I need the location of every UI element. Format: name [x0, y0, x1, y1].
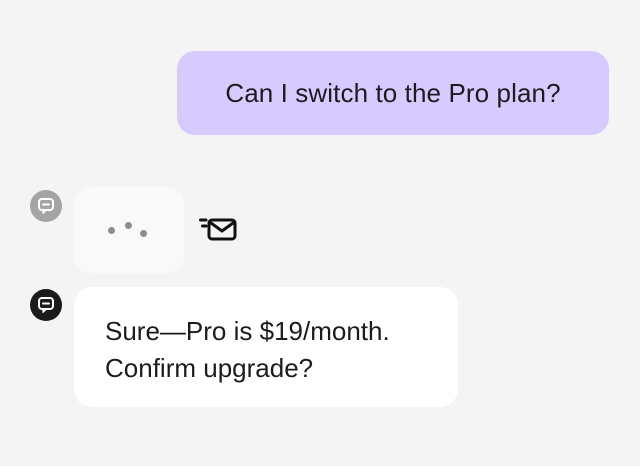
user-message-text: Can I switch to the Pro plan? — [225, 77, 561, 108]
chat-bubble-icon — [38, 297, 54, 314]
assistant-avatar-typing — [30, 190, 62, 222]
assistant-message-line: Confirm upgrade? — [105, 353, 314, 383]
typing-dot — [140, 230, 147, 237]
user-message-bubble: Can I switch to the Pro plan? — [177, 51, 609, 135]
send-mail-icon — [199, 218, 237, 241]
typing-dot — [125, 222, 132, 229]
assistant-avatar — [30, 289, 62, 321]
typing-indicator-bubble — [74, 187, 184, 273]
assistant-message-bubble: Sure—Pro is $19/month. Confirm upgrade? — [74, 287, 458, 407]
typing-dot — [108, 227, 115, 234]
chat-bubble-icon — [38, 198, 54, 215]
assistant-message-line: Sure—Pro is $19/month. — [105, 316, 390, 346]
